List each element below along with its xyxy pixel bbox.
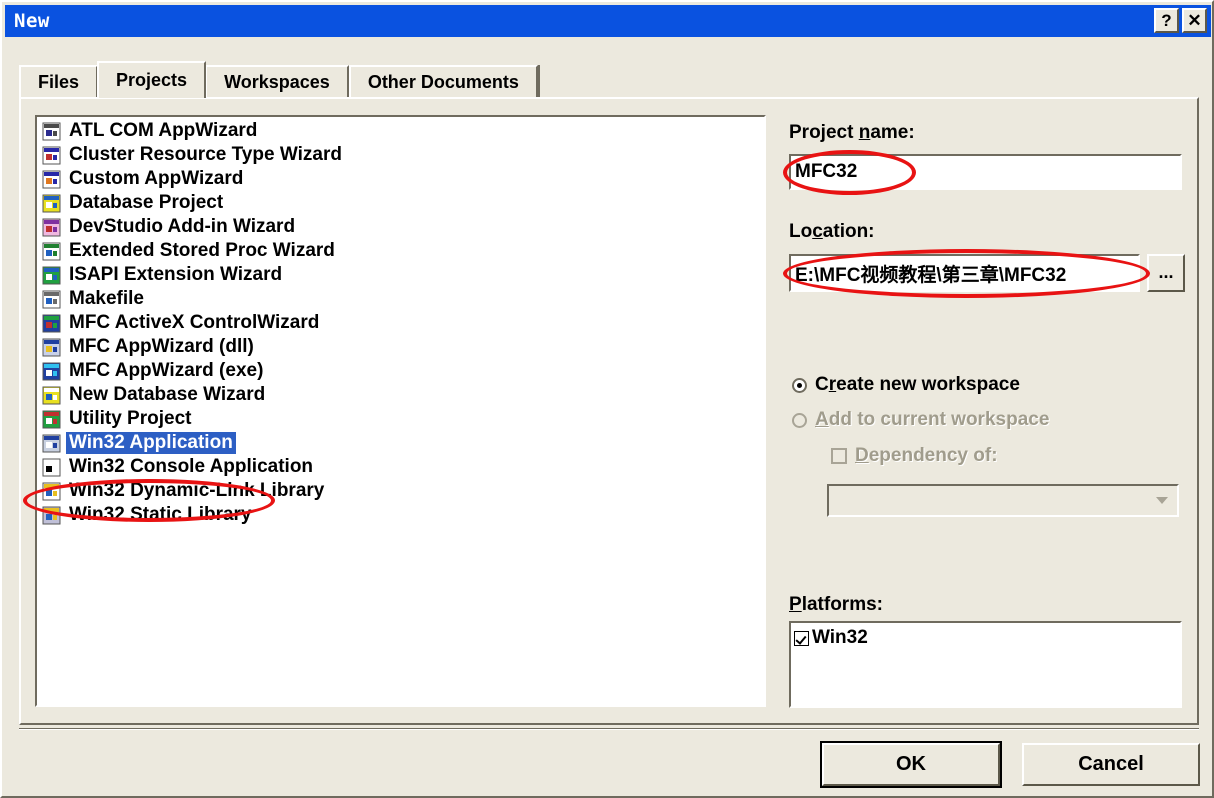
project-type-label: Database Project	[69, 192, 224, 213]
project-type-label: DevStudio Add-in Wizard	[69, 216, 296, 237]
radio-add-to-current-workspace-label: Add to current workspace	[815, 409, 1050, 430]
project-type-row[interactable]: Makefile	[37, 287, 764, 311]
project-type-label: ATL COM AppWizard	[69, 120, 258, 141]
location-label: Location:	[789, 221, 875, 242]
checkbox-checked-icon[interactable]	[794, 630, 809, 646]
project-type-row[interactable]: New Database Wizard	[37, 383, 764, 407]
radio-selected-icon	[792, 377, 807, 393]
project-type-row[interactable]: Utility Project	[37, 407, 764, 431]
project-type-label: Win32 Dynamic-Link Library	[69, 480, 325, 501]
platform-label: Win32	[812, 627, 868, 648]
platforms-list[interactable]: Win32	[789, 621, 1182, 708]
devstudio-addin-wizard-icon	[42, 218, 61, 237]
title-bar-buttons: ? ✕	[1154, 8, 1207, 33]
project-type-label: Extended Stored Proc Wizard	[69, 240, 335, 261]
help-icon[interactable]: ?	[1154, 8, 1179, 33]
project-type-row[interactable]: Custom AppWizard	[37, 167, 764, 191]
project-type-row[interactable]: Extended Stored Proc Wizard	[37, 239, 764, 263]
project-type-label: MFC ActiveX ControlWizard	[69, 312, 320, 333]
ok-button[interactable]: OK	[820, 741, 1002, 788]
project-type-row[interactable]: Win32 Application	[37, 431, 764, 455]
tab-other-documents-label: Other Documents	[367, 72, 519, 92]
project-type-row[interactable]: MFC ActiveX ControlWizard	[37, 311, 764, 335]
project-type-label: Win32 Static Library	[69, 504, 252, 525]
mfc-appwizard-dll-icon	[42, 338, 61, 357]
project-type-row[interactable]: Cluster Resource Type Wizard	[37, 143, 764, 167]
project-type-label: MFC AppWizard (exe)	[69, 360, 264, 381]
tab-strip-endcap	[537, 65, 540, 98]
project-type-row[interactable]: ISAPI Extension Wizard	[37, 263, 764, 287]
radio-unselected-icon	[792, 412, 807, 428]
tab-projects[interactable]: Projects	[97, 61, 207, 98]
project-type-row[interactable]: Database Project	[37, 191, 764, 215]
project-type-row[interactable]: MFC AppWizard (exe)	[37, 359, 764, 383]
dependency-combo-box	[827, 484, 1179, 517]
win32-static-lib-icon	[42, 506, 61, 525]
tab-workspaces[interactable]: Workspaces	[205, 65, 349, 98]
win32-application-icon	[42, 434, 61, 453]
checkbox-dependency-of: Dependency of:	[831, 445, 998, 467]
radio-add-to-current-workspace: Add to current workspace	[792, 409, 1049, 431]
custom-appwizard-icon	[42, 170, 61, 189]
window-title: New	[14, 10, 50, 32]
mfc-activex-control-icon	[42, 314, 61, 333]
project-type-label: Makefile	[69, 288, 144, 309]
project-type-row[interactable]: Win32 Static Library	[37, 503, 764, 527]
location-browse-button[interactable]: ...	[1147, 254, 1185, 292]
project-type-label: ISAPI Extension Wizard	[69, 264, 283, 285]
radio-create-new-workspace[interactable]: Create new workspace	[792, 374, 1020, 396]
project-type-label: MFC AppWizard (dll)	[69, 336, 254, 357]
mfc-appwizard-exe-icon	[42, 362, 61, 381]
project-type-row[interactable]: Win32 Console Application	[37, 455, 764, 479]
cluster-resource-wizard-icon	[42, 146, 61, 165]
isapi-extension-wizard-icon	[42, 266, 61, 285]
new-project-dialog: New ? ✕ Files Projects Workspaces Other …	[0, 0, 1214, 798]
close-icon[interactable]: ✕	[1182, 8, 1207, 33]
project-type-label: Cluster Resource Type Wizard	[69, 144, 342, 165]
title-bar[interactable]: New ? ✕	[5, 5, 1211, 37]
project-type-row[interactable]: Win32 Dynamic-Link Library	[37, 479, 764, 503]
project-type-label: Utility Project	[69, 408, 192, 429]
project-type-row[interactable]: DevStudio Add-in Wizard	[37, 215, 764, 239]
project-type-label: Win32 Console Application	[69, 456, 314, 477]
tab-other-documents[interactable]: Other Documents	[348, 65, 538, 98]
win32-dll-icon	[42, 482, 61, 501]
project-type-row[interactable]: MFC AppWizard (dll)	[37, 335, 764, 359]
project-type-list[interactable]: ATL COM AppWizard Cluster Resource Type W…	[35, 115, 766, 707]
project-type-label: Custom AppWizard	[69, 168, 244, 189]
makefile-icon	[42, 290, 61, 309]
extended-stored-proc-icon	[42, 242, 61, 261]
platforms-label: Platforms:	[789, 594, 883, 615]
tab-files-label: Files	[38, 72, 80, 92]
checkbox-unchecked-icon	[831, 448, 847, 464]
tab-files[interactable]: Files	[19, 65, 99, 98]
new-database-wizard-icon	[42, 386, 61, 405]
tab-strip: Files Projects Workspaces Other Document…	[19, 61, 1199, 98]
cancel-button[interactable]: Cancel	[1022, 743, 1200, 786]
footer-separator	[19, 728, 1199, 730]
chevron-down-icon	[1148, 488, 1175, 513]
tab-workspaces-label: Workspaces	[224, 72, 330, 92]
utility-project-icon	[42, 410, 61, 429]
radio-create-new-workspace-label: Create new workspace	[815, 374, 1020, 395]
checkbox-dependency-of-label: Dependency of:	[855, 445, 998, 466]
platform-row-win32[interactable]: Win32	[794, 626, 1180, 650]
win32-console-app-icon	[42, 458, 61, 477]
database-project-icon	[42, 194, 61, 213]
project-type-label: Win32 Application	[66, 432, 236, 454]
project-type-label: New Database Wizard	[69, 384, 266, 405]
tab-projects-label: Projects	[116, 70, 188, 90]
atl-com-appwizard-icon	[42, 122, 61, 141]
project-name-label: Project name:	[789, 122, 915, 143]
project-name-input[interactable]: MFC32	[789, 154, 1182, 190]
project-type-row[interactable]: ATL COM AppWizard	[37, 119, 764, 143]
location-input[interactable]: E:\MFC视频教程\第三章\MFC32	[789, 254, 1140, 292]
